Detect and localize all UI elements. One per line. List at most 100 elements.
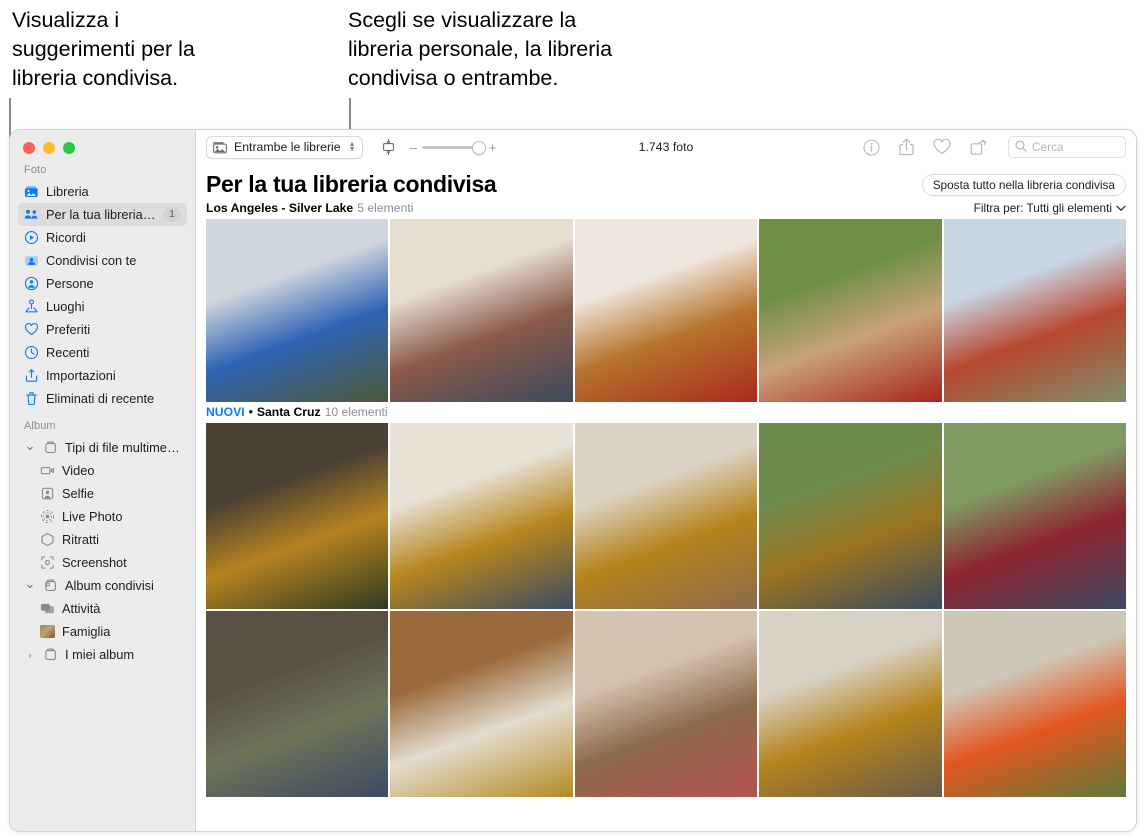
sidebar-item-label: Luoghi bbox=[46, 299, 85, 314]
photo-thumbnail[interactable] bbox=[206, 611, 389, 797]
sidebar-item-famiglia[interactable]: Famiglia bbox=[34, 620, 187, 643]
sidebar-item-label: Recenti bbox=[46, 345, 90, 360]
photos-app-window: Foto Libreria Per la tua libreria condivis… bbox=[10, 130, 1136, 831]
photo-image bbox=[943, 219, 1126, 402]
photo-thumbnail[interactable] bbox=[390, 611, 573, 797]
photo-sections: Los Angeles - Silver Lake 5 elementi Filtr… bbox=[206, 198, 1126, 797]
photo-thumbnail[interactable] bbox=[390, 219, 573, 402]
aspect-ratio-icon[interactable] bbox=[381, 139, 396, 155]
sidebar-item-condivisi-con-te[interactable]: Condivisi con te bbox=[18, 249, 187, 272]
album-thumbnail-icon bbox=[40, 624, 55, 639]
sidebar-item-label: Screenshot bbox=[62, 555, 127, 570]
zoom-slider-thumb[interactable] bbox=[471, 141, 486, 155]
move-all-to-shared-library-button[interactable]: Sposta tutto nella libreria condivisa bbox=[921, 174, 1126, 196]
library-switch-icon bbox=[212, 141, 228, 154]
zoom-out-label[interactable]: – bbox=[410, 140, 417, 155]
photo-image bbox=[943, 611, 1126, 797]
section-new-badge: NUOVI bbox=[206, 405, 245, 419]
photo-thumbnail[interactable] bbox=[943, 423, 1126, 609]
clock-icon bbox=[24, 345, 39, 360]
chevron-down-icon[interactable]: ⌄ bbox=[24, 577, 36, 591]
photo-thumbnail[interactable] bbox=[759, 219, 942, 402]
callout-left-text: Visualizza i suggerimenti per la libreri… bbox=[12, 8, 195, 90]
sidebar-item-eliminati-di-recente[interactable]: Eliminati di recente bbox=[18, 387, 187, 410]
sidebar-item-label: Attività bbox=[62, 601, 101, 616]
photo-thumbnail[interactable] bbox=[206, 423, 389, 609]
photo-image bbox=[206, 423, 389, 609]
photo-thumbnail[interactable] bbox=[206, 219, 389, 402]
sidebar-item-label: Ritratti bbox=[62, 532, 99, 547]
share-icon[interactable] bbox=[899, 138, 914, 156]
sidebar-item-recenti[interactable]: Recenti bbox=[18, 341, 187, 364]
section-place: Los Angeles - Silver Lake bbox=[206, 201, 354, 215]
sidebar-item-label: Live Photo bbox=[62, 509, 123, 524]
sidebar-item-attivit[interactable]: Attività bbox=[34, 597, 187, 620]
sidebar-item-tipi-di-file-multimediali[interactable]: ⌄ Tipi di file multimediali bbox=[18, 436, 187, 459]
filter-dropdown[interactable]: Filtra per: Tutti gli elementi bbox=[974, 201, 1126, 215]
search-icon bbox=[1015, 139, 1027, 155]
sidebar-item-ricordi[interactable]: Ricordi bbox=[18, 226, 187, 249]
activity-icon bbox=[40, 601, 55, 616]
photo-thumbnail[interactable] bbox=[574, 423, 758, 609]
shared-album-icon bbox=[43, 578, 58, 593]
chevron-down-icon[interactable]: ⌄ bbox=[24, 439, 36, 453]
photo-image bbox=[574, 219, 758, 402]
photo-image bbox=[574, 611, 758, 797]
sidebar-item-video[interactable]: Video bbox=[34, 459, 187, 482]
photo-grid bbox=[206, 219, 1126, 402]
chevron-right-icon[interactable]: › bbox=[24, 650, 36, 660]
sidebar-item-label: Importazioni bbox=[46, 368, 116, 383]
minimize-button[interactable] bbox=[43, 142, 55, 154]
library-selector[interactable]: Entrambe le librerie ▲ ▼ bbox=[206, 135, 363, 159]
photo-thumbnail[interactable] bbox=[943, 611, 1126, 797]
sidebar-item-preferiti[interactable]: Preferiti bbox=[18, 318, 187, 341]
callout-right-text: Scegli se visualizzare la libreria perso… bbox=[348, 8, 613, 90]
sidebar-item-per-la-tua-libreria-condivisa[interactable]: Per la tua libreria condivisa 1 bbox=[18, 203, 187, 226]
sidebar-item-persone[interactable]: Persone bbox=[18, 272, 187, 295]
sidebar-item-label: Libreria bbox=[46, 184, 89, 199]
sidebar-item-screenshot[interactable]: Screenshot bbox=[34, 551, 187, 574]
close-button[interactable] bbox=[23, 142, 35, 154]
info-icon[interactable] bbox=[863, 138, 880, 156]
album-thumbnail-image bbox=[40, 625, 55, 638]
zoom-slider-track[interactable] bbox=[421, 141, 486, 155]
sidebar-item-label: Ricordi bbox=[46, 230, 86, 245]
sidebar-item-ritratti[interactable]: Ritratti bbox=[34, 528, 187, 551]
rotate-icon[interactable] bbox=[970, 139, 987, 156]
photo-image bbox=[206, 219, 389, 402]
heart-icon bbox=[24, 322, 39, 337]
sidebar-item-luoghi[interactable]: Luoghi bbox=[18, 295, 187, 318]
sidebar-item-live-photo[interactable]: Live Photo bbox=[34, 505, 187, 528]
album-folder-icon bbox=[43, 440, 58, 455]
selfie-icon bbox=[40, 486, 55, 501]
sidebar-item-importazioni[interactable]: Importazioni bbox=[18, 364, 187, 387]
photo-thumbnail[interactable] bbox=[759, 423, 942, 609]
photo-thumbnail[interactable] bbox=[574, 219, 758, 402]
import-icon bbox=[24, 368, 39, 383]
search-input[interactable]: Cerca bbox=[1008, 136, 1126, 158]
photo-thumbnail[interactable] bbox=[574, 611, 758, 797]
library-icon bbox=[24, 184, 39, 199]
main-area: Entrambe le librerie ▲ ▼ – + 1.743 foto … bbox=[196, 130, 1136, 831]
video-icon bbox=[40, 463, 55, 478]
section-header: NUOVI • Santa Cruz 10 elementi bbox=[206, 402, 1126, 423]
favorite-icon[interactable] bbox=[933, 139, 951, 155]
content-scroll-area[interactable]: Per la tua libreria condivisa Sposta tut… bbox=[196, 164, 1136, 831]
sidebar-list: Foto Libreria Per la tua libreria condivis… bbox=[10, 154, 195, 666]
window-traffic-lights bbox=[10, 130, 195, 154]
zoom-button[interactable] bbox=[63, 142, 75, 154]
photo-thumbnail[interactable] bbox=[759, 611, 942, 797]
section-item-count: 10 elementi bbox=[324, 405, 388, 419]
zoom-slider[interactable]: – + bbox=[410, 140, 497, 155]
sidebar: Foto Libreria Per la tua libreria condivis… bbox=[10, 130, 196, 831]
photo-image bbox=[759, 611, 942, 797]
sidebar-item-album-condivisi[interactable]: ⌄ Album condivisi bbox=[18, 574, 187, 597]
photo-thumbnail[interactable] bbox=[390, 423, 573, 609]
sidebar-item-selfie[interactable]: Selfie bbox=[34, 482, 187, 505]
sidebar-item-libreria[interactable]: Libreria bbox=[18, 180, 187, 203]
search-placeholder: Cerca bbox=[1032, 140, 1064, 154]
sidebar-item-i-miei-album[interactable]: › I miei album bbox=[18, 643, 187, 666]
sidebar-item-label: I miei album bbox=[65, 647, 134, 662]
zoom-in-label[interactable]: + bbox=[489, 140, 497, 155]
photo-thumbnail[interactable] bbox=[943, 219, 1126, 402]
